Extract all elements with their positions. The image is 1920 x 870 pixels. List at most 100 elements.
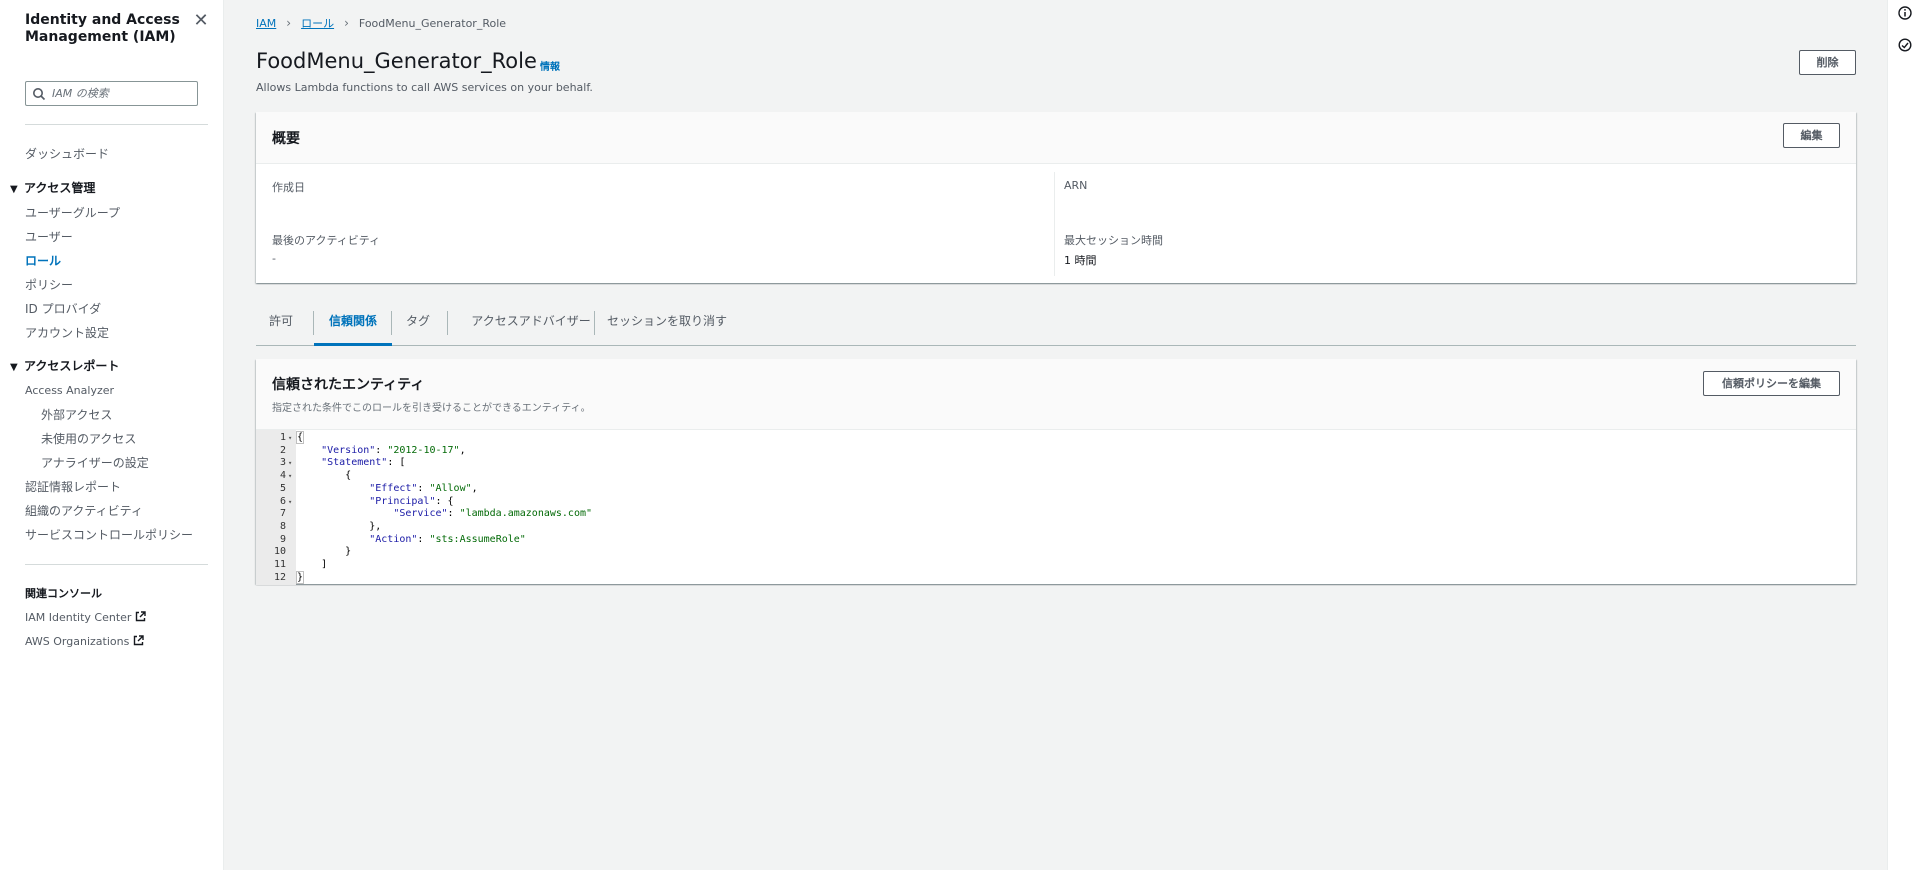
sidebar-item-analyzer-settings[interactable]: アナライザーの設定 xyxy=(41,455,149,471)
info-icon[interactable] xyxy=(1898,6,1912,20)
code-token: } xyxy=(345,546,352,558)
fold-icon[interactable]: ▾ xyxy=(288,496,292,509)
sidebar-item-organizations[interactable]: AWS Organizations xyxy=(25,634,145,650)
external-link-icon xyxy=(134,635,145,646)
sidebar-item-dashboard[interactable]: ダッシュボード xyxy=(25,146,109,162)
line-number-gutter: 1 ▾ 2 3 ▾ 4 ▾ 5 6 ▾ 7 8 9 10 11 12 xyxy=(256,430,296,585)
feedback-icon[interactable] xyxy=(1898,38,1912,52)
caret-down-icon: ▼ xyxy=(10,184,18,195)
code-token: : [ xyxy=(387,457,406,469)
link-label: IAM Identity Center xyxy=(25,611,132,624)
last-activity-value: - xyxy=(272,252,276,265)
external-link-icon xyxy=(136,611,147,622)
column-divider xyxy=(1054,172,1055,276)
code-editor[interactable]: 1 ▾ 2 3 ▾ 4 ▾ 5 6 ▾ 7 8 9 10 11 12 { "Ve… xyxy=(256,429,1856,585)
code-key: "Effect" xyxy=(369,482,418,494)
code-key: "Service" xyxy=(393,508,448,520)
info-link[interactable]: 情報 xyxy=(540,58,560,73)
edit-button[interactable]: 編集 xyxy=(1783,123,1840,148)
line-number: 12 xyxy=(273,571,286,583)
line-number: 9 xyxy=(279,533,286,545)
tab-access-advisor[interactable]: アクセスアドバイザー xyxy=(456,306,606,346)
sidebar-item-external-access[interactable]: 外部アクセス xyxy=(41,407,112,423)
close-icon[interactable]: ✕ xyxy=(192,12,210,30)
code-line: } xyxy=(295,570,305,585)
line-number: 5 xyxy=(279,482,286,494)
line-number: 11 xyxy=(273,559,286,570)
section-label: アクセス管理 xyxy=(24,181,96,195)
fold-icon[interactable]: ▾ xyxy=(288,457,292,470)
code-token: }, xyxy=(369,520,382,532)
fold-icon[interactable]: ▾ xyxy=(288,432,292,445)
fold-icon[interactable]: ▾ xyxy=(288,470,292,483)
sidebar-item-unused-access[interactable]: 未使用のアクセス xyxy=(41,431,136,447)
sidebar-item-user-groups[interactable]: ユーザーグループ xyxy=(25,205,120,221)
trusted-entities-header: 信頼されたエンティティ 指定された条件でこのロールを引き受けることができるエンテ… xyxy=(256,359,1856,429)
arn-label: ARN xyxy=(1064,179,1088,192)
code-line: "Action": "sts:AssumeRole" xyxy=(369,533,526,545)
code-key: "Action" xyxy=(369,533,418,545)
trusted-entities-description: 指定された条件でこのロールを引き受けることができるエンティティ。 xyxy=(272,403,591,414)
sidebar-item-users[interactable]: ユーザー xyxy=(25,229,73,245)
trusted-entities-panel: 信頼されたエンティティ 指定された条件でこのロールを引き受けることができるエンテ… xyxy=(256,359,1856,585)
line-number: 10 xyxy=(273,546,286,558)
code-token: } xyxy=(295,570,305,584)
sidebar-item-identity-providers[interactable]: ID プロバイダ xyxy=(25,301,101,317)
code-line: }, xyxy=(297,521,381,534)
code-line: "Service": "lambda.amazonaws.com" xyxy=(393,508,593,520)
code-token: ] xyxy=(321,559,328,570)
sidebar-item-credential-report[interactable]: 認証情報レポート xyxy=(25,479,121,495)
sidebar-item-organization-activity[interactable]: 組織のアクティビティ xyxy=(25,503,143,519)
delete-button[interactable]: 削除 xyxy=(1799,50,1856,75)
section-access-management[interactable]: ▼ アクセス管理 xyxy=(10,180,95,198)
code-token: { xyxy=(345,470,352,482)
line-number: 3 xyxy=(279,457,286,469)
code-line: "Statement": [ xyxy=(297,457,405,470)
tab-tags[interactable]: タグ xyxy=(398,306,438,346)
sidebar-item-policies[interactable]: ポリシー xyxy=(25,277,73,293)
breadcrumb-iam[interactable]: IAM xyxy=(256,17,276,30)
max-session-value: 1 時間 xyxy=(1064,254,1097,267)
code-line: { xyxy=(295,431,305,445)
sidebar-item-scp[interactable]: サービスコントロールポリシー xyxy=(25,527,193,543)
section-label: アクセスレポート xyxy=(24,359,120,373)
related-consoles-label: 関連コンソール xyxy=(25,587,102,600)
tab-permissions[interactable]: 許可 xyxy=(264,306,298,346)
sidebar-item-account-settings[interactable]: アカウント設定 xyxy=(25,325,109,341)
chevron-right-icon: › xyxy=(344,16,349,30)
code-line: ] xyxy=(297,559,327,572)
code-token: { xyxy=(295,431,305,444)
tab-trust-relationships[interactable]: 信頼関係 xyxy=(314,306,392,346)
last-activity-label: 最後のアクティビティ xyxy=(272,234,381,247)
sidebar-item-access-analyzer[interactable]: Access Analyzer xyxy=(25,383,114,399)
code-line: "Principal": { xyxy=(297,495,454,509)
code-line: { xyxy=(297,470,351,483)
tab-revoke-sessions[interactable]: セッションを取り消す xyxy=(604,306,730,346)
chevron-right-icon: › xyxy=(286,16,292,30)
breadcrumb-current: FoodMenu_Generator_Role xyxy=(358,16,507,30)
edit-trust-policy-button[interactable]: 信頼ポリシーを編集 xyxy=(1703,371,1840,396)
sidebar-item-roles[interactable]: ロール xyxy=(25,253,61,269)
max-session-label: 最大セッション時間 xyxy=(1064,234,1163,247)
code-key: "Statement" xyxy=(321,457,388,469)
page-description: Allows Lambda functions to call AWS serv… xyxy=(256,81,593,94)
tab-separator xyxy=(447,311,448,335)
tab-separator xyxy=(594,311,595,335)
sidebar-item-identity-center[interactable]: IAM Identity Center xyxy=(25,610,147,626)
summary-header: 概要 編集 xyxy=(256,112,1856,164)
search-box[interactable] xyxy=(25,81,198,106)
section-access-reports[interactable]: ▼ アクセスレポート xyxy=(10,358,119,376)
divider xyxy=(25,564,208,565)
line-number: 7 xyxy=(279,508,286,520)
divider xyxy=(25,124,208,125)
sidebar-title: Identity and Access Management (IAM) xyxy=(25,12,180,45)
line-number: 4 xyxy=(279,470,286,482)
right-rail xyxy=(1887,0,1920,870)
code-token: : { xyxy=(435,495,454,507)
breadcrumb: IAM › ロール › FoodMenu_Generator_Role xyxy=(256,15,506,31)
page-title: FoodMenu_Generator_Role xyxy=(256,49,537,73)
breadcrumb-roles[interactable]: ロール xyxy=(301,15,334,31)
summary-panel: 概要 編集 作成日 最後のアクティビティ - ARN 最大セッション時間 1 時… xyxy=(256,112,1856,283)
code-key: "Version" xyxy=(321,444,376,456)
search-input[interactable] xyxy=(52,87,192,100)
